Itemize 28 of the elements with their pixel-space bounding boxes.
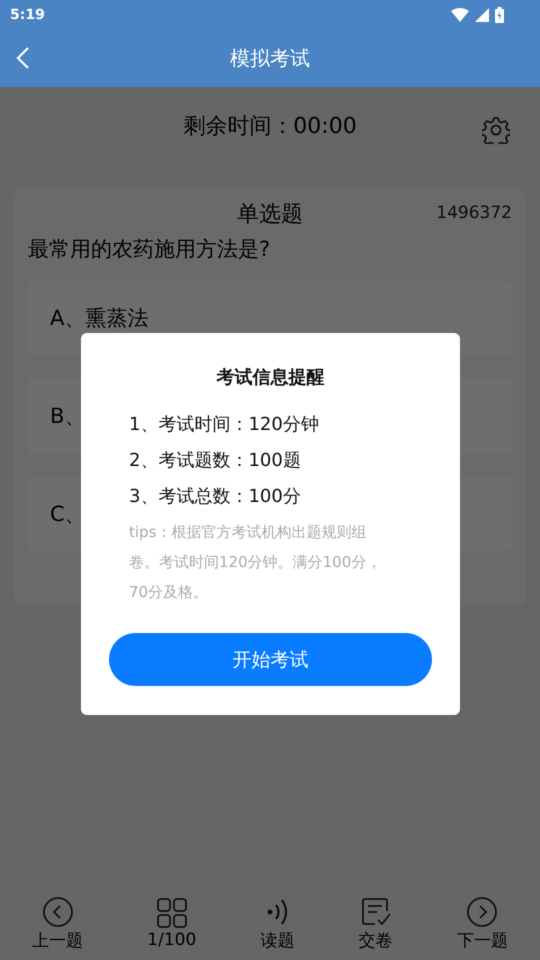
back-button[interactable] bbox=[16, 47, 30, 69]
nav-button[interactable]: 读题 bbox=[260, 896, 294, 952]
settings-button[interactable] bbox=[482, 116, 510, 144]
info-item: 3、考试总数：100分 bbox=[129, 485, 302, 509]
question-text: 最常用的农药施用方法是? bbox=[28, 236, 272, 263]
status-time: 5:19 bbox=[10, 7, 45, 23]
start-exam-button[interactable]: 开始考试 bbox=[109, 633, 432, 686]
question-id: 1496372 bbox=[436, 203, 512, 223]
chevron-left-icon bbox=[42, 896, 73, 926]
back-icon bbox=[16, 47, 30, 69]
document-check-icon bbox=[360, 896, 391, 926]
nav-button[interactable]: 上一题 bbox=[32, 896, 84, 952]
wifi-icon bbox=[451, 8, 469, 22]
battery-icon bbox=[495, 7, 504, 23]
nav-button[interactable]: 交卷 bbox=[358, 896, 393, 952]
remaining-time: 剩余时间：00:00 bbox=[183, 113, 357, 141]
info-item: 1、考试时间：120分钟 bbox=[129, 413, 320, 437]
grid-icon bbox=[156, 898, 187, 928]
page-title: 模拟考试 bbox=[230, 45, 310, 72]
question-type: 单选题 bbox=[237, 201, 303, 229]
nav-button[interactable]: 下一题 bbox=[456, 896, 508, 952]
nav-button[interactable]: 1/100 bbox=[147, 898, 196, 950]
tips-text: tips：根据官方考试机构出题规则组卷。考试时间120分钟。满分100分，70分及格。 bbox=[129, 522, 382, 603]
signal-icon bbox=[475, 8, 489, 22]
settings-icon bbox=[482, 116, 510, 144]
dialog-title: 考试信息提醒 bbox=[215, 366, 326, 389]
chevron-right-icon bbox=[467, 896, 498, 926]
info-item: 2、考试题数：100题 bbox=[129, 449, 302, 473]
